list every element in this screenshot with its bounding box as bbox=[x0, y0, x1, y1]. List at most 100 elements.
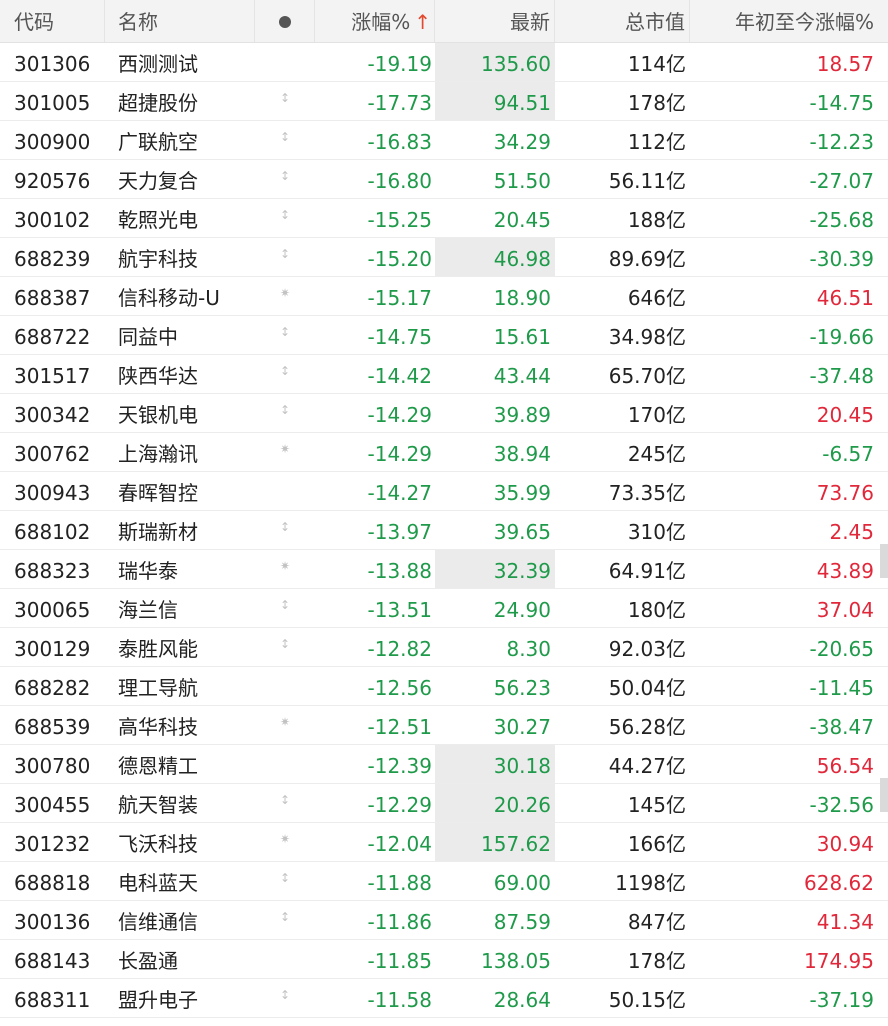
table-row[interactable]: 300136 信维通信 ↕ -11.86 87.59 847亿 41.34 bbox=[0, 901, 888, 940]
cell-change-pct-text: -13.97 bbox=[367, 520, 432, 544]
cell-ytd-change-text: -11.45 bbox=[809, 676, 874, 700]
cell-last-price-text: 35.99 bbox=[493, 481, 551, 505]
table-row[interactable]: 300455 航天智装 ↕ -12.29 20.26 145亿 -32.56 bbox=[0, 784, 888, 823]
cell-name-text: 天力复合 bbox=[118, 169, 198, 193]
table-row[interactable]: 688282 理工导航 -12.56 56.23 50.04亿 -11.45 bbox=[0, 667, 888, 706]
cell-market-cap: 89.69亿 bbox=[555, 238, 690, 276]
cell-ytd-change: -12.23 bbox=[690, 121, 888, 159]
table-row[interactable]: 300102 乾照光电 ↕ -15.25 20.45 188亿 -25.68 bbox=[0, 199, 888, 238]
cell-market-cap: 1198亿 bbox=[555, 862, 690, 900]
cell-last-price: 8.30 bbox=[435, 628, 555, 666]
cell-market-cap-text: 65.70亿 bbox=[608, 364, 686, 388]
cell-change-pct: -16.80 bbox=[315, 160, 435, 198]
header-change-pct[interactable]: 涨幅% ↑ bbox=[315, 0, 435, 42]
table-row[interactable]: 688539 高华科技 ✷ -12.51 30.27 56.28亿 -38.47 bbox=[0, 706, 888, 745]
header-last-price-label: 最新 bbox=[510, 10, 550, 34]
table-row[interactable]: 920576 天力复合 ↕ -16.80 51.50 56.11亿 -27.07 bbox=[0, 160, 888, 199]
cell-name: 乾照光电 bbox=[105, 199, 255, 237]
cell-last-price: 46.98 bbox=[435, 238, 555, 276]
table-row[interactable]: 300065 海兰信 ↕ -13.51 24.90 180亿 37.04 bbox=[0, 589, 888, 628]
cell-market-cap-text: 180亿 bbox=[627, 598, 686, 622]
cell-code: 300129 bbox=[0, 628, 105, 666]
table-row[interactable]: 300780 德恩精工 -12.39 30.18 44.27亿 56.54 bbox=[0, 745, 888, 784]
cell-last-price: 30.18 bbox=[435, 745, 555, 783]
cell-name: 天力复合 bbox=[105, 160, 255, 198]
cell-last-price-text: 138.05 bbox=[481, 949, 551, 973]
table-row[interactable]: 688143 长盈通 -11.85 138.05 178亿 174.95 bbox=[0, 940, 888, 979]
cell-market-cap-text: 112亿 bbox=[627, 130, 686, 154]
cell-market-cap-text: 310亿 bbox=[627, 520, 686, 544]
asterisk-icon: ✷ bbox=[279, 714, 291, 729]
cell-change-pct: -11.85 bbox=[315, 940, 435, 978]
cell-name: 长盈通 bbox=[105, 940, 255, 978]
header-ytd-change-label: 年初至今涨幅% bbox=[734, 10, 874, 34]
cell-code-text: 300102 bbox=[14, 208, 91, 232]
cell-code: 300762 bbox=[0, 433, 105, 471]
cell-last-price-text: 8.30 bbox=[506, 637, 551, 661]
updown-icon: ↕ bbox=[279, 402, 291, 417]
cell-last-price-text: 157.62 bbox=[481, 832, 551, 856]
table-row[interactable]: 300762 上海瀚讯 ✷ -14.29 38.94 245亿 -6.57 bbox=[0, 433, 888, 472]
cell-ytd-change-text: 46.51 bbox=[816, 286, 874, 310]
cell-market-cap: 65.70亿 bbox=[555, 355, 690, 393]
header-last-price[interactable]: 最新 bbox=[435, 0, 555, 42]
header-ytd-change[interactable]: 年初至今涨幅% bbox=[690, 0, 888, 42]
cell-last-price: 39.65 bbox=[435, 511, 555, 549]
updown-icon: ↕ bbox=[279, 168, 291, 183]
table-row[interactable]: 688311 盟升电子 ↕ -11.58 28.64 50.15亿 -37.19 bbox=[0, 979, 888, 1018]
table-row[interactable]: 688387 信科移动-U ✷ -15.17 18.90 646亿 46.51 bbox=[0, 277, 888, 316]
table-row[interactable]: 301306 西测测试 -19.19 135.60 114亿 18.57 bbox=[0, 43, 888, 82]
cell-indicator: ↕ bbox=[255, 511, 315, 549]
header-market-cap[interactable]: 总市值 bbox=[555, 0, 690, 42]
header-name-label: 名称 bbox=[118, 10, 158, 34]
cell-market-cap-text: 64.91亿 bbox=[608, 559, 686, 583]
table-row[interactable]: 301005 超捷股份 ↕ -17.73 94.51 178亿 -14.75 bbox=[0, 82, 888, 121]
updown-icon: ↕ bbox=[279, 246, 291, 261]
table-row[interactable]: 300943 春晖智控 -14.27 35.99 73.35亿 73.76 bbox=[0, 472, 888, 511]
cell-last-price-text: 15.61 bbox=[493, 325, 551, 349]
header-code[interactable]: 代码 bbox=[0, 0, 105, 42]
cell-name-text: 超捷股份 bbox=[118, 91, 198, 115]
cell-indicator: ✷ bbox=[255, 706, 315, 744]
table-row[interactable]: 688818 电科蓝天 ↕ -11.88 69.00 1198亿 628.62 bbox=[0, 862, 888, 901]
cell-change-pct: -14.29 bbox=[315, 394, 435, 432]
asterisk-icon: ✷ bbox=[279, 558, 291, 573]
cell-change-pct: -16.83 bbox=[315, 121, 435, 159]
table-row[interactable]: 688722 同益中 ↕ -14.75 15.61 34.98亿 -19.66 bbox=[0, 316, 888, 355]
cell-name: 电科蓝天 bbox=[105, 862, 255, 900]
cell-indicator: ↕ bbox=[255, 979, 315, 1017]
cell-code: 300900 bbox=[0, 121, 105, 159]
cell-ytd-change: 56.54 bbox=[690, 745, 888, 783]
scrollbar[interactable] bbox=[880, 42, 888, 1026]
cell-code: 688282 bbox=[0, 667, 105, 705]
cell-ytd-change: 2.45 bbox=[690, 511, 888, 549]
cell-change-pct-text: -19.19 bbox=[367, 52, 432, 76]
table-row[interactable]: 688102 斯瑞新材 ↕ -13.97 39.65 310亿 2.45 bbox=[0, 511, 888, 550]
cell-last-price-text: 20.45 bbox=[493, 208, 551, 232]
cell-name: 瑞华泰 bbox=[105, 550, 255, 588]
header-status[interactable] bbox=[255, 0, 315, 42]
cell-code-text: 688323 bbox=[14, 559, 91, 583]
table-row[interactable]: 300900 广联航空 ↕ -16.83 34.29 112亿 -12.23 bbox=[0, 121, 888, 160]
cell-code-text: 688311 bbox=[14, 988, 91, 1012]
cell-name: 飞沃科技 bbox=[105, 823, 255, 861]
table-row[interactable]: 688239 航宇科技 ↕ -15.20 46.98 89.69亿 -30.39 bbox=[0, 238, 888, 277]
updown-icon: ↕ bbox=[279, 870, 291, 885]
table-row[interactable]: 300129 泰胜风能 ↕ -12.82 8.30 92.03亿 -20.65 bbox=[0, 628, 888, 667]
cell-name-text: 信维通信 bbox=[118, 910, 198, 934]
cell-market-cap: 114亿 bbox=[555, 43, 690, 81]
cell-name: 春晖智控 bbox=[105, 472, 255, 510]
cell-code-text: 300455 bbox=[14, 793, 91, 817]
table-row[interactable]: 300342 天银机电 ↕ -14.29 39.89 170亿 20.45 bbox=[0, 394, 888, 433]
table-row[interactable]: 301517 陕西华达 ↕ -14.42 43.44 65.70亿 -37.48 bbox=[0, 355, 888, 394]
cell-name: 陕西华达 bbox=[105, 355, 255, 393]
cell-name: 上海瀚讯 bbox=[105, 433, 255, 471]
table-row[interactable]: 301232 飞沃科技 ✷ -12.04 157.62 166亿 30.94 bbox=[0, 823, 888, 862]
header-code-label: 代码 bbox=[14, 10, 54, 34]
cell-ytd-change: -37.48 bbox=[690, 355, 888, 393]
table-row[interactable]: 688323 瑞华泰 ✷ -13.88 32.39 64.91亿 43.89 bbox=[0, 550, 888, 589]
cell-name-text: 天银机电 bbox=[118, 403, 198, 427]
header-name[interactable]: 名称 bbox=[105, 0, 255, 42]
cell-change-pct-text: -12.51 bbox=[367, 715, 432, 739]
cell-ytd-change-text: 43.89 bbox=[816, 559, 874, 583]
